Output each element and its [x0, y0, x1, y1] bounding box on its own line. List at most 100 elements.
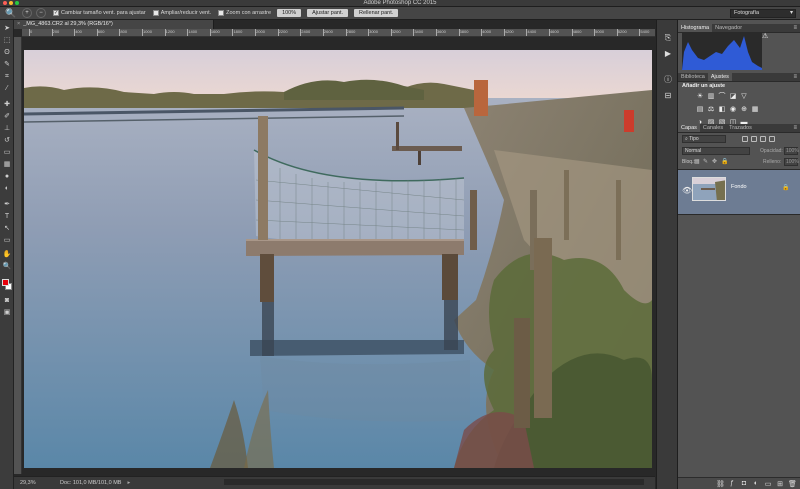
vibrance-icon[interactable]: ▽ [740, 93, 748, 101]
histogram-warning-icon[interactable]: ⚠ [762, 32, 772, 40]
layer-mask-icon[interactable]: ◘ [740, 480, 748, 487]
new-layer-icon[interactable]: ⊞ [776, 480, 784, 488]
tab-adjustments[interactable]: Ajustes [707, 73, 732, 81]
channel-mixer-icon[interactable]: ⊕ [740, 106, 748, 114]
layer-filter-select[interactable]: ⌕ Tipo [682, 135, 726, 143]
fit-screen-button[interactable]: Ajustar pant. [307, 9, 349, 17]
scrubby-zoom-checkbox[interactable] [218, 10, 225, 16]
title-bar: Adobe Photoshop CC 2015 [0, 0, 800, 7]
marquee-tool-icon[interactable]: ⬚ [2, 36, 12, 45]
ruler-tick: 4600 [548, 29, 559, 36]
image-canvas[interactable] [24, 50, 652, 468]
tab-navigator[interactable]: Navegador [712, 24, 745, 32]
filter-shape-icon[interactable] [769, 136, 775, 142]
color-balance-icon[interactable]: ⚖ [707, 106, 715, 114]
color-lookup-icon[interactable]: ▦ [751, 106, 759, 114]
photo-filter-icon[interactable]: ◉ [729, 106, 737, 114]
info-panel-icon[interactable]: ⓘ [662, 74, 674, 85]
document-tab[interactable]: × _MG_4863.CR2 al 29,3% (RGB/16*) [14, 20, 214, 29]
status-menu-icon[interactable]: ▸ [127, 480, 130, 486]
ruler-tick: 4400 [526, 29, 537, 36]
zoom-all-windows-option[interactable]: Ampliar/reducir vent. [152, 10, 211, 16]
lock-all-icon[interactable]: 🔒 [721, 159, 728, 165]
eyedropper-tool-icon[interactable]: ⁄ [2, 84, 12, 93]
zoom-tool-icon[interactable]: 🔍 [4, 8, 18, 19]
curves-icon[interactable]: ⌒ [718, 93, 726, 101]
filter-adjustment-icon[interactable] [751, 136, 757, 142]
exposure-icon[interactable]: ◪ [729, 93, 737, 101]
fill-input[interactable]: 100% [784, 158, 799, 166]
zoom-tool-side-icon[interactable]: 🔍 [2, 262, 12, 271]
layer-name: Fondo [731, 184, 747, 190]
crop-tool-icon[interactable]: ⌗ [2, 72, 12, 81]
blend-mode-select[interactable]: Normal [682, 147, 750, 155]
zoom-in-button[interactable]: + [22, 8, 32, 18]
new-adjustment-icon[interactable]: ◐ [752, 480, 760, 487]
filter-type-icon[interactable] [760, 136, 766, 142]
healing-brush-tool-icon[interactable]: ✚ [2, 100, 12, 109]
tab-histogram[interactable]: Histograma [678, 24, 713, 32]
new-group-icon[interactable]: ▭ [764, 480, 772, 488]
histogram-panel-menu-icon[interactable]: ≡ [793, 24, 797, 32]
lock-label: Bloq.: [682, 159, 695, 165]
layer-style-icon[interactable]: ƒ [728, 480, 736, 487]
zoom-out-button[interactable]: − [36, 8, 46, 18]
layer-row[interactable]: 👁 Fondo 🔒 [678, 169, 800, 215]
hue-saturation-icon[interactable]: ▤ [696, 106, 704, 114]
resize-windows-checkbox[interactable]: ✓ [53, 10, 59, 16]
pen-tool-icon[interactable]: ✒ [2, 200, 12, 209]
tab-layers[interactable]: Capas [678, 124, 700, 132]
opacity-input[interactable]: 100% [784, 147, 799, 155]
lock-position-icon[interactable]: ✥ [712, 159, 718, 165]
tab-library[interactable]: Biblioteca [678, 73, 708, 81]
tab-channels[interactable]: Canales [700, 124, 726, 132]
window-title: Adobe Photoshop CC 2015 [363, 0, 437, 6]
adjustments-panel-menu-icon[interactable]: ≡ [793, 73, 797, 81]
foreground-color-swatch[interactable] [2, 279, 9, 286]
brightness-contrast-icon[interactable]: ☀ [696, 93, 704, 101]
path-selection-tool-icon[interactable]: ↖ [2, 224, 12, 233]
black-white-icon[interactable]: ◧ [718, 106, 726, 114]
zoom-100-button[interactable]: 100% [277, 9, 302, 17]
screen-mode-icon[interactable]: ▣ [2, 308, 12, 317]
brush-tool-icon[interactable]: ✐ [2, 112, 12, 121]
layer-filter-value: Tipo [689, 136, 699, 142]
ruler-tick: 2600 [322, 29, 333, 36]
hand-tool-icon[interactable]: ✋ [2, 250, 12, 259]
history-panel-icon[interactable]: ⎘ [662, 32, 674, 43]
zoom-all-windows-checkbox[interactable] [152, 10, 159, 16]
move-tool-icon[interactable]: ➤ [2, 24, 12, 33]
clone-stamp-tool-icon[interactable]: ⊥ [2, 124, 12, 133]
actions-panel-icon[interactable]: ▶ [662, 48, 674, 59]
visibility-eye-icon[interactable]: 👁 [682, 186, 692, 195]
lock-paint-icon[interactable]: ✎ [703, 159, 709, 165]
scrubby-zoom-option[interactable]: Zoom con arrastre [218, 10, 271, 16]
layers-panel-menu-icon[interactable]: ≡ [793, 124, 797, 132]
opacity-label: Opacidad: [760, 148, 783, 154]
gradient-tool-icon[interactable]: ▦ [2, 160, 12, 169]
fill-screen-button[interactable]: Rellenar pant. [354, 9, 399, 17]
adjustments-title: Añadir un ajuste [682, 83, 726, 89]
levels-icon[interactable]: ▥ [707, 93, 715, 101]
history-brush-tool-icon[interactable]: ↺ [2, 136, 12, 145]
shape-tool-icon[interactable]: ▭ [2, 236, 12, 245]
delete-layer-icon[interactable]: 🗑 [788, 480, 797, 488]
quick-selection-tool-icon[interactable]: ✎ [2, 60, 12, 69]
dodge-tool-icon[interactable]: ◐ [2, 184, 12, 193]
properties-panel-icon[interactable]: ⊟ [662, 90, 674, 101]
tab-paths[interactable]: Trazados [726, 124, 755, 132]
quick-mask-icon[interactable]: ◙ [2, 296, 12, 305]
blur-tool-icon[interactable]: ● [2, 172, 12, 181]
type-tool-icon[interactable]: T [2, 212, 12, 221]
close-tab-icon[interactable]: × [17, 21, 20, 27]
filter-pixel-icon[interactable] [742, 136, 748, 142]
horizontal-ruler: 0 200 400 600 800 1000 1200 1400 1600 1800 2000 220… [22, 29, 655, 37]
lasso-tool-icon[interactable]: ʘ [2, 48, 12, 57]
status-zoom[interactable]: 29,3% [20, 480, 46, 486]
horizontal-scrollbar[interactable] [224, 479, 644, 485]
link-layers-icon[interactable]: ⛓ [716, 480, 725, 488]
resize-windows-option[interactable]: ✓ Cambiar tamaño vent. para ajustar [53, 10, 146, 16]
eraser-tool-icon[interactable]: ▭ [2, 148, 12, 157]
workspace-select[interactable]: Fotografía [730, 9, 796, 18]
lock-pixels-icon[interactable]: ▦ [694, 159, 700, 165]
